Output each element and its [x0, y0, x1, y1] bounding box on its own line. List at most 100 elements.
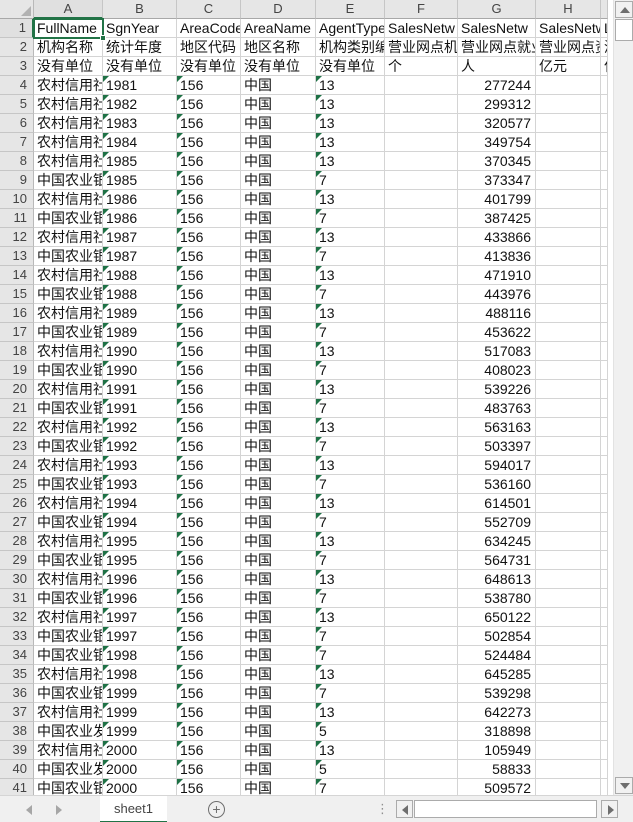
cell-H1[interactable]: SalesNetw — [536, 19, 601, 38]
cell-F9[interactable] — [385, 171, 458, 190]
cell-I33[interactable] — [601, 627, 608, 646]
cell-F15[interactable] — [385, 285, 458, 304]
cell-D10[interactable]: 中国 — [241, 190, 316, 209]
cell-I32[interactable] — [601, 608, 608, 627]
cell-C31[interactable]: 156 — [177, 589, 241, 608]
cell-D14[interactable]: 中国 — [241, 266, 316, 285]
cell-B20[interactable]: 1991 — [103, 380, 177, 399]
cell-I27[interactable] — [601, 513, 608, 532]
cell-H5[interactable] — [536, 95, 601, 114]
cell-C35[interactable]: 156 — [177, 665, 241, 684]
cell-H28[interactable] — [536, 532, 601, 551]
cell-I19[interactable] — [601, 361, 608, 380]
cell-I2[interactable]: 涉 — [601, 38, 608, 57]
cell-A39[interactable]: 农村信用社 — [34, 741, 103, 760]
cell-H34[interactable] — [536, 646, 601, 665]
cell-A30[interactable]: 农村信用社 — [34, 570, 103, 589]
cell-B24[interactable]: 1993 — [103, 456, 177, 475]
cell-G37[interactable]: 642273 — [458, 703, 536, 722]
cell-E13[interactable]: 7 — [316, 247, 385, 266]
cell-F29[interactable] — [385, 551, 458, 570]
cell-A15[interactable]: 中国农业银行 — [34, 285, 103, 304]
cell-H17[interactable] — [536, 323, 601, 342]
cell-A11[interactable]: 中国农业银行 — [34, 209, 103, 228]
cell-G11[interactable]: 387425 — [458, 209, 536, 228]
cell-B22[interactable]: 1992 — [103, 418, 177, 437]
cell-D7[interactable]: 中国 — [241, 133, 316, 152]
cell-I24[interactable] — [601, 456, 608, 475]
cell-F24[interactable] — [385, 456, 458, 475]
cell-G18[interactable]: 517083 — [458, 342, 536, 361]
cell-A1[interactable]: FullName — [34, 19, 103, 38]
cell-H30[interactable] — [536, 570, 601, 589]
cell-E9[interactable]: 7 — [316, 171, 385, 190]
row-header-11[interactable]: 11 — [0, 209, 34, 228]
cell-D6[interactable]: 中国 — [241, 114, 316, 133]
cell-F27[interactable] — [385, 513, 458, 532]
row-header-34[interactable]: 34 — [0, 646, 34, 665]
cell-A25[interactable]: 中国农业银行 — [34, 475, 103, 494]
cell-B6[interactable]: 1983 — [103, 114, 177, 133]
cell-G40[interactable]: 58833 — [458, 760, 536, 779]
cell-B30[interactable]: 1996 — [103, 570, 177, 589]
cell-C24[interactable]: 156 — [177, 456, 241, 475]
cell-A36[interactable]: 中国农业银行 — [34, 684, 103, 703]
row-header-28[interactable]: 28 — [0, 532, 34, 551]
cell-F26[interactable] — [385, 494, 458, 513]
cell-I37[interactable] — [601, 703, 608, 722]
scroll-down-button[interactable] — [615, 777, 633, 794]
cell-A20[interactable]: 农村信用社 — [34, 380, 103, 399]
cell-D5[interactable]: 中国 — [241, 95, 316, 114]
cell-I35[interactable] — [601, 665, 608, 684]
cell-G21[interactable]: 483763 — [458, 399, 536, 418]
cell-D16[interactable]: 中国 — [241, 304, 316, 323]
cell-G19[interactable]: 408023 — [458, 361, 536, 380]
cell-G22[interactable]: 563163 — [458, 418, 536, 437]
cell-E14[interactable]: 13 — [316, 266, 385, 285]
cell-A4[interactable]: 农村信用社 — [34, 76, 103, 95]
cell-H2[interactable]: 营业网点资产 — [536, 38, 601, 57]
cell-H20[interactable] — [536, 380, 601, 399]
cell-G14[interactable]: 471910 — [458, 266, 536, 285]
scroll-left-button[interactable] — [396, 800, 413, 818]
horizontal-scrollbar-thumb[interactable] — [414, 800, 597, 818]
select-all-button[interactable] — [0, 0, 34, 19]
col-header-G[interactable]: G — [458, 0, 536, 19]
cell-C38[interactable]: 156 — [177, 722, 241, 741]
row-header-21[interactable]: 21 — [0, 399, 34, 418]
col-header-E[interactable]: E — [316, 0, 385, 19]
cell-A24[interactable]: 农村信用社 — [34, 456, 103, 475]
cell-D33[interactable]: 中国 — [241, 627, 316, 646]
row-header-12[interactable]: 12 — [0, 228, 34, 247]
cell-I17[interactable] — [601, 323, 608, 342]
vertical-scrollbar-thumb[interactable] — [615, 19, 633, 41]
cell-G24[interactable]: 594017 — [458, 456, 536, 475]
cell-A3[interactable]: 没有单位 — [34, 57, 103, 76]
row-header-1[interactable]: 1 — [0, 19, 34, 38]
cell-C27[interactable]: 156 — [177, 513, 241, 532]
cell-E10[interactable]: 13 — [316, 190, 385, 209]
cell-G7[interactable]: 349754 — [458, 133, 536, 152]
cell-C26[interactable]: 156 — [177, 494, 241, 513]
cell-I6[interactable] — [601, 114, 608, 133]
cell-H18[interactable] — [536, 342, 601, 361]
cell-C28[interactable]: 156 — [177, 532, 241, 551]
cell-A22[interactable]: 农村信用社 — [34, 418, 103, 437]
cell-H3[interactable]: 亿元 — [536, 57, 601, 76]
cell-E33[interactable]: 7 — [316, 627, 385, 646]
cell-A21[interactable]: 中国农业银行 — [34, 399, 103, 418]
cell-H21[interactable] — [536, 399, 601, 418]
cell-A7[interactable]: 农村信用社 — [34, 133, 103, 152]
cell-H23[interactable] — [536, 437, 601, 456]
cell-E4[interactable]: 13 — [316, 76, 385, 95]
col-header-partial[interactable] — [601, 0, 608, 19]
cell-E31[interactable]: 7 — [316, 589, 385, 608]
cell-B40[interactable]: 2000 — [103, 760, 177, 779]
cell-G10[interactable]: 401799 — [458, 190, 536, 209]
row-header-24[interactable]: 24 — [0, 456, 34, 475]
cell-B5[interactable]: 1982 — [103, 95, 177, 114]
cell-F35[interactable] — [385, 665, 458, 684]
cell-C25[interactable]: 156 — [177, 475, 241, 494]
cell-A35[interactable]: 农村信用社 — [34, 665, 103, 684]
cell-D15[interactable]: 中国 — [241, 285, 316, 304]
